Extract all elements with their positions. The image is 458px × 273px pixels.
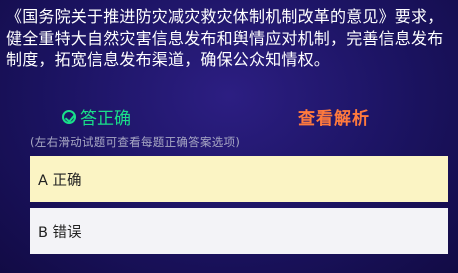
swipe-hint: (左右滑动试题可查看每题正确答案选项) [30, 135, 241, 149]
option-b[interactable]: B 错误 [30, 208, 448, 254]
question-text: 《国务院关于推进防灾减灾救灾体制机制改革的意见》要求，健全重特大自然灾害信息发布… [6, 7, 444, 69]
correct-answer-indicator: 答正确 [62, 104, 131, 129]
answer-row: 答正确 查看解析 [0, 104, 458, 129]
option-a-label: A 正确 [38, 172, 82, 189]
correct-answer-label: 答正确 [80, 109, 131, 129]
option-b-label: B 错误 [38, 224, 82, 241]
view-analysis-button[interactable]: 查看解析 [298, 104, 370, 129]
check-circle-icon [62, 109, 76, 124]
option-a[interactable]: A 正确 [30, 156, 448, 202]
